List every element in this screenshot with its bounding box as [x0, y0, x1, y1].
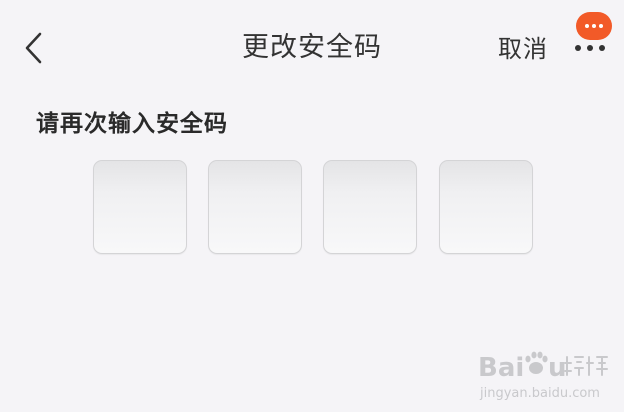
badge-dot	[592, 24, 596, 28]
code-digit-box-3[interactable]	[323, 160, 417, 254]
back-button[interactable]	[18, 28, 52, 68]
notification-badge	[576, 12, 612, 40]
svg-text:Bai: Bai	[478, 353, 524, 383]
baidu-jingyan-logo: Bai u	[478, 351, 608, 383]
badge-dot	[585, 24, 589, 28]
badge-dot	[599, 24, 603, 28]
watermark-url: jingyan.baidu.com	[480, 386, 600, 401]
more-button[interactable]	[568, 8, 616, 58]
watermark: Bai u jingyan.baidu.com	[478, 342, 618, 408]
prompt-label: 请再次输入安全码	[36, 111, 228, 137]
chevron-left-icon	[25, 32, 42, 64]
svg-text:u: u	[548, 353, 567, 383]
code-digit-box-1[interactable]	[93, 160, 187, 254]
cancel-button[interactable]: 取消	[498, 30, 548, 68]
more-horizontal-icon	[575, 45, 607, 51]
code-digit-box-4[interactable]	[439, 160, 533, 254]
navigation-bar: 更改安全码 取消	[0, 0, 624, 96]
code-digit-box-2[interactable]	[208, 160, 302, 254]
